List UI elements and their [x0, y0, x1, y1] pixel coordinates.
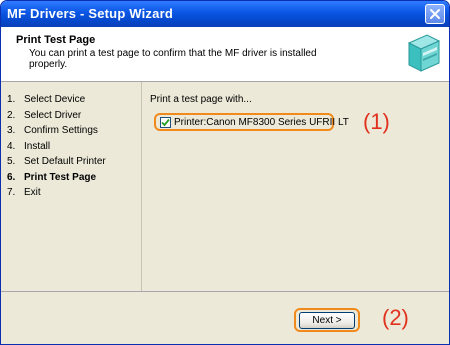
page-title: Print Test Page [16, 34, 96, 46]
steps-list: 1. Select Device 2. Select Driver 3. Confirm … [7, 92, 106, 201]
step-item: 3. Confirm Settings [7, 123, 106, 139]
step-number: 1. [7, 94, 16, 105]
printer-checkbox[interactable] [160, 116, 171, 128]
step-item: 7. Exit [7, 185, 106, 201]
page-description: You can print a test page to confirm tha… [29, 48, 317, 70]
step-item: 4. Install [7, 139, 106, 155]
close-icon[interactable] [425, 4, 445, 24]
main-panel: Print a test page with... Printer:Canon … [142, 82, 449, 291]
wizard-footer: Next > (2) [1, 291, 449, 344]
wizard-header: Print Test Page You can print a test pag… [1, 27, 449, 82]
step-label: Exit [24, 187, 41, 198]
step-label: Confirm Settings [24, 125, 98, 136]
printer-option-label: Printer:Canon MF8300 Series UFRII LT [174, 116, 349, 128]
setup-wizard-window: MF Drivers - Setup Wizard Print Test Pag… [0, 0, 450, 345]
step-number: 3. [7, 125, 16, 136]
step-label: Set Default Printer [24, 156, 106, 167]
next-button[interactable]: Next > [299, 311, 355, 329]
step-number: 5. [7, 156, 16, 167]
steps-sidebar: 1. Select Device 2. Select Driver 3. Confirm … [1, 82, 142, 291]
next-highlight: Next > [294, 308, 360, 332]
step-item: 5. Set Default Printer [7, 154, 106, 170]
printer-icon [403, 29, 443, 80]
step-item: 1. Select Device [7, 92, 106, 108]
step-number: 4. [7, 140, 16, 152]
step-label: Print Test Page [24, 171, 97, 183]
print-prompt: Print a test page with... [150, 94, 252, 105]
title-bar[interactable]: MF Drivers - Setup Wizard [1, 1, 449, 27]
window-title: MF Drivers - Setup Wizard [7, 6, 173, 21]
step-number: 7. [7, 187, 16, 198]
step-label: Select Driver [24, 109, 82, 121]
callout-1: (1) [363, 109, 390, 134]
step-label: Select Device [24, 94, 86, 105]
printer-option[interactable]: Printer:Canon MF8300 Series UFRII LT [154, 113, 349, 131]
step-number: 2. [7, 109, 16, 121]
callout-2: (2) [382, 305, 409, 330]
step-number: 6. [7, 171, 16, 183]
step-label: Install [24, 140, 51, 152]
step-item: 6. Print Test Page [7, 170, 106, 186]
step-item: 2. Select Driver [7, 108, 106, 124]
